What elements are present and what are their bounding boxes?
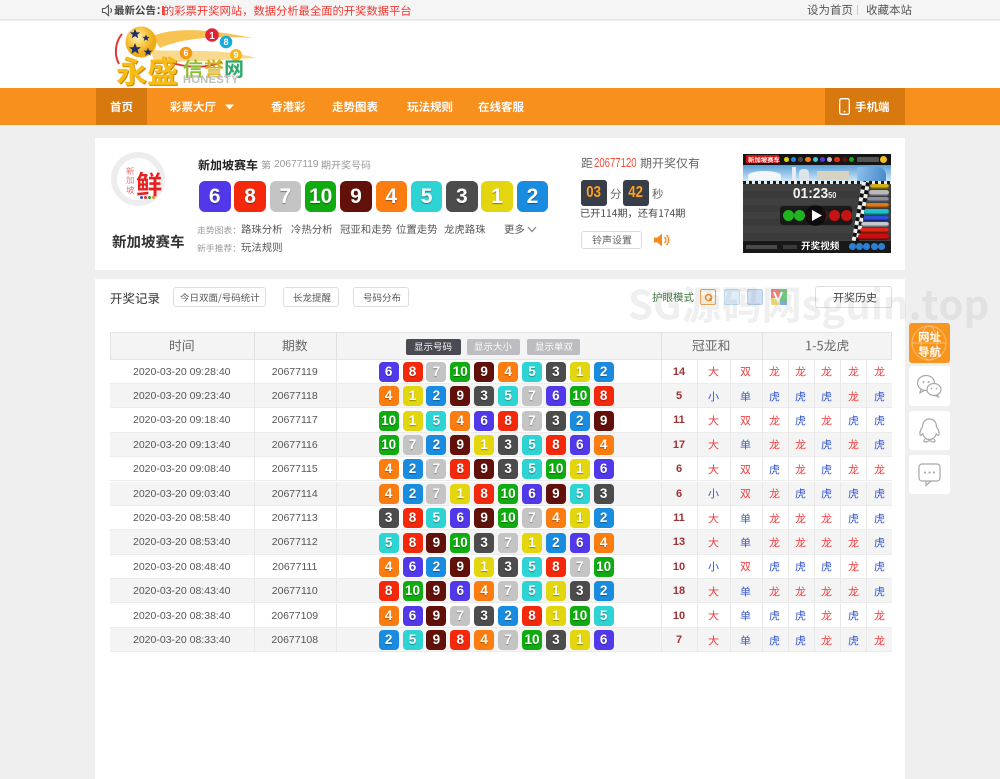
- svg-text:1: 1: [209, 31, 215, 42]
- svg-text:8: 8: [223, 37, 228, 47]
